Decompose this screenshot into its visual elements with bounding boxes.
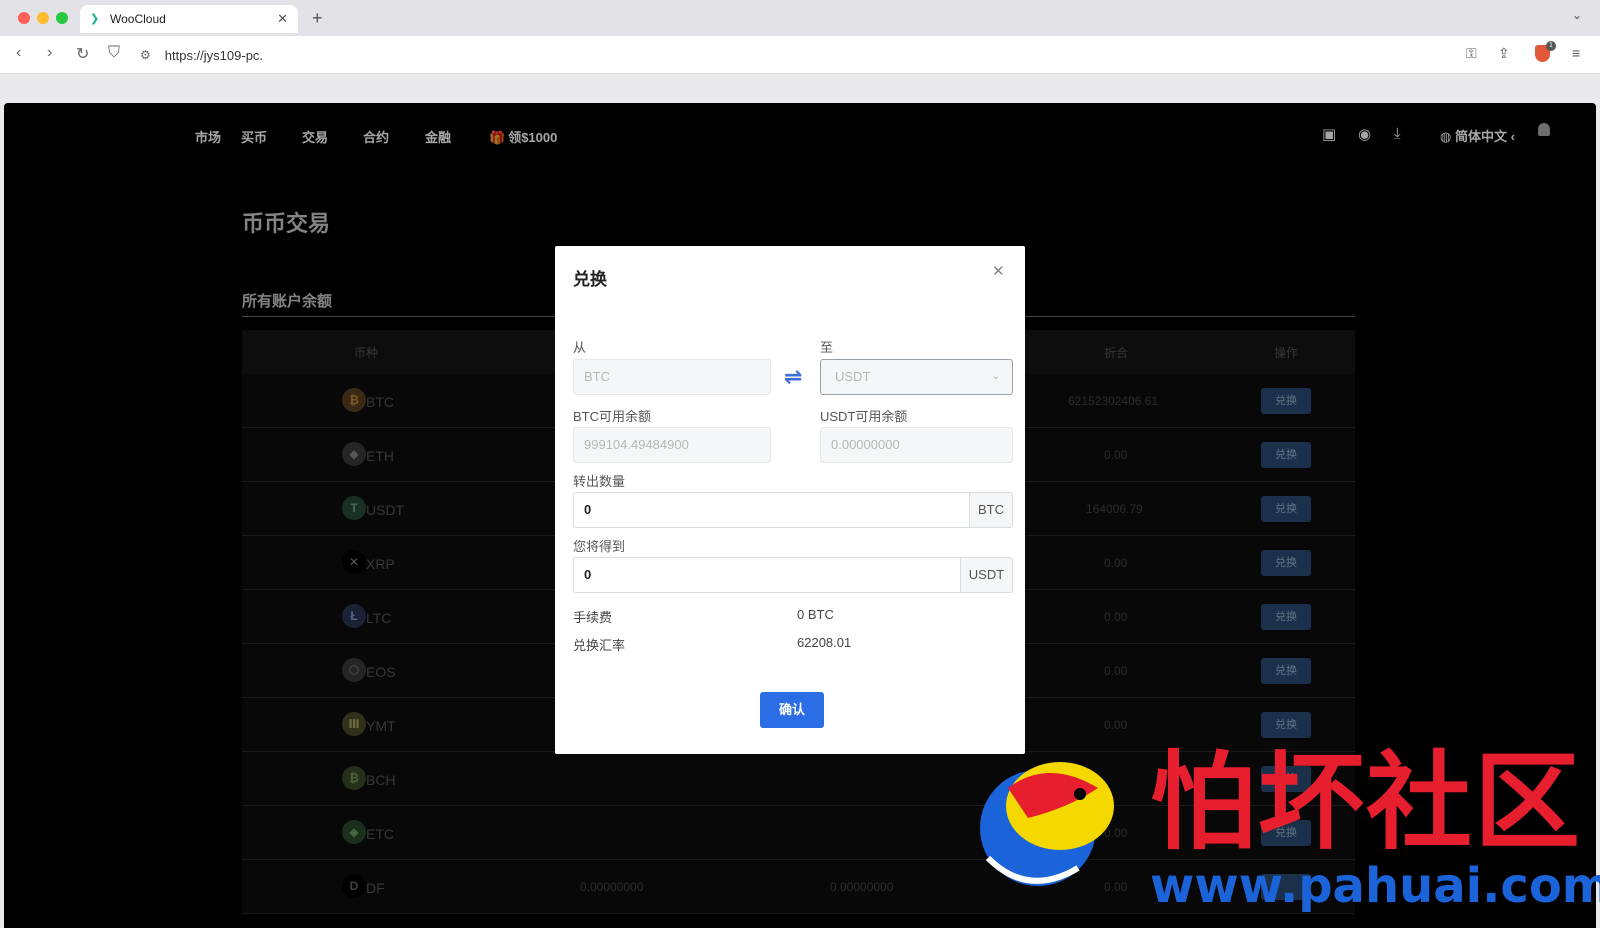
browser-tab[interactable]: ❯ WooCloud ✕	[80, 5, 298, 33]
browser-tab-bar: ❯ WooCloud ✕ + ⌄	[0, 0, 1600, 36]
back-icon[interactable]: ‹	[16, 44, 21, 62]
amount-input[interactable]: 0	[573, 492, 970, 528]
close-window-button[interactable]	[18, 12, 30, 24]
tab-close-icon[interactable]: ✕	[277, 11, 288, 27]
to-label: 至	[820, 340, 834, 355]
receive-unit: USDT	[961, 557, 1013, 593]
from-coin-field: BTC	[573, 359, 771, 395]
tab-title: WooCloud	[110, 12, 166, 26]
from-balance-label: BTC可用余额	[573, 409, 652, 424]
share-icon[interactable]: ⇪	[1498, 45, 1510, 62]
tab-list-chevron-icon[interactable]: ⌄	[1572, 8, 1582, 22]
key-icon[interactable]: ⚿	[1466, 45, 1477, 62]
favicon-icon: ❯	[90, 13, 100, 25]
new-tab-icon[interactable]: +	[312, 8, 323, 29]
amount-label: 转出数量	[573, 474, 626, 489]
site-settings-icon[interactable]: ⚙	[140, 48, 151, 62]
rate-label: 兑换汇率	[573, 638, 626, 653]
forward-icon[interactable]: ›	[47, 44, 52, 62]
close-icon[interactable]: ✕	[992, 262, 1005, 280]
receive-label: 您将得到	[573, 539, 626, 554]
receive-input[interactable]: 0	[573, 557, 961, 593]
exchange-modal: 兑换 ✕ 从 至 BTC ⇌ USDT ⌄ BTC可用余额 USDT可用余额 9…	[555, 246, 1025, 754]
to-balance-field: 0.00000000	[820, 427, 1013, 463]
browser-toolbar: ‹ › ↻ ⛉ ⚙ https://jys109-pc. ⚿ ⇪ 1 ≡	[0, 36, 1600, 74]
confirm-button[interactable]: 确认	[760, 692, 824, 728]
amount-unit: BTC	[970, 492, 1013, 528]
from-label: 从	[573, 340, 587, 355]
chevron-down-icon: ⌄	[991, 371, 1000, 382]
minimize-window-button[interactable]	[37, 12, 49, 24]
fee-value: 0 BTC	[797, 607, 834, 622]
maximize-window-button[interactable]	[56, 12, 68, 24]
to-balance-label: USDT可用余额	[820, 409, 908, 424]
to-coin-select[interactable]: USDT ⌄	[820, 359, 1013, 395]
watermark-url: www.pahuai.com	[1150, 858, 1600, 914]
reload-icon[interactable]: ↻	[76, 44, 89, 64]
watermark-logo	[980, 762, 1114, 886]
swap-icon[interactable]: ⇌	[784, 364, 802, 390]
menu-icon[interactable]: ≡	[1572, 45, 1580, 61]
rate-value: 62208.01	[797, 635, 852, 650]
from-balance-field: 999104.49484900	[573, 427, 771, 463]
modal-title: 兑换	[573, 270, 607, 289]
fee-label: 手续费	[573, 610, 613, 625]
bookmark-icon[interactable]: ⛉	[108, 44, 120, 62]
shield-count-badge: 1	[1546, 41, 1556, 51]
address-bar[interactable]: ⚙ https://jys109-pc.	[140, 42, 1480, 68]
watermark-text: 怕坏社区	[1150, 741, 1582, 864]
to-coin-value: USDT	[835, 369, 871, 384]
url-text: https://jys109-pc.	[164, 47, 264, 63]
